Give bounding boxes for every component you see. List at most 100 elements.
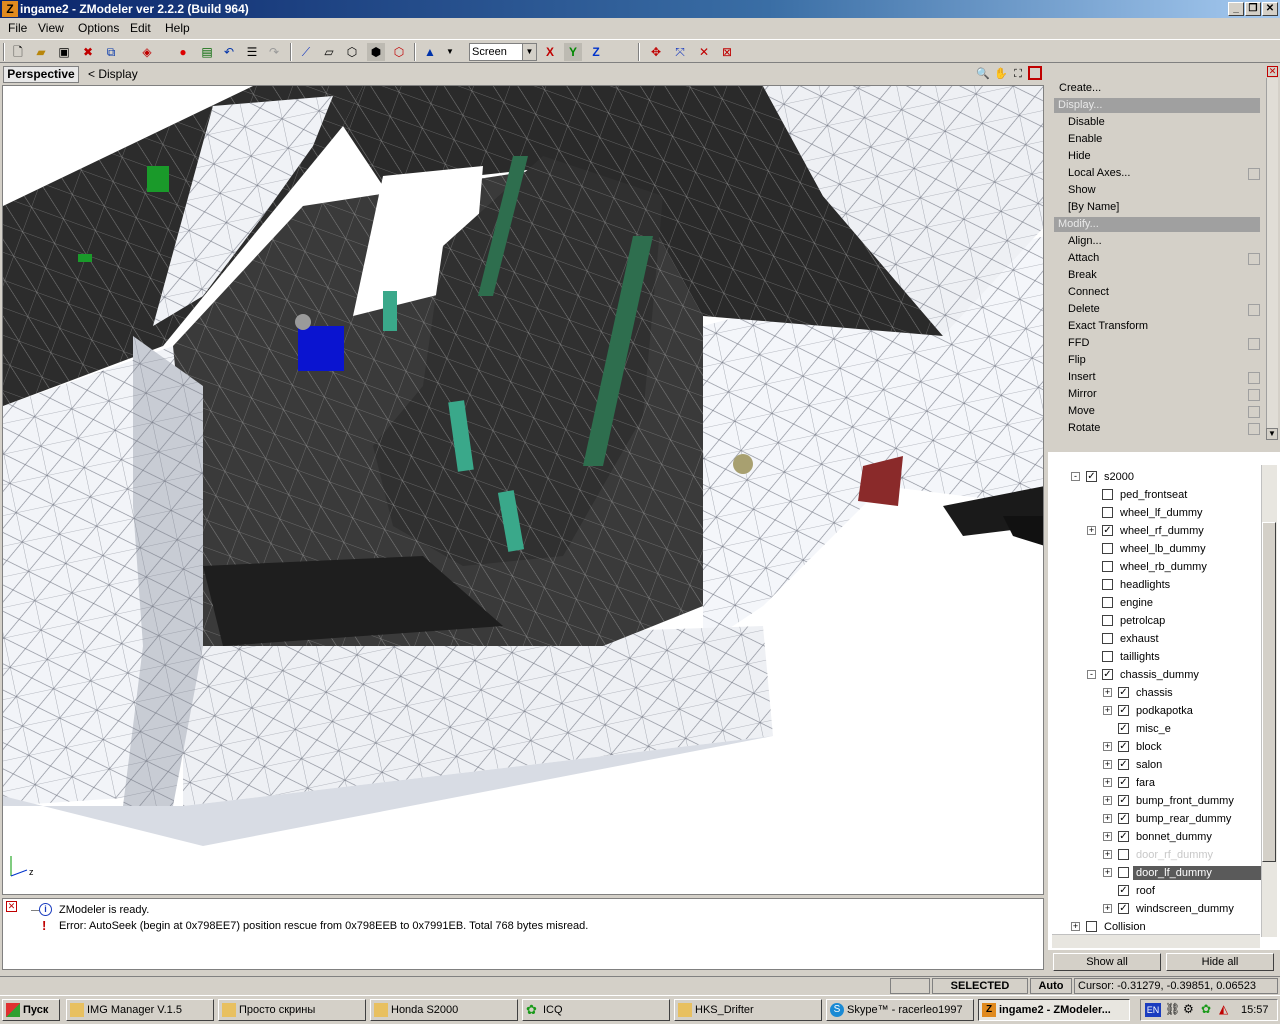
tree-hscrollbar[interactable] — [1052, 934, 1260, 948]
display-show[interactable]: Show — [1068, 184, 1096, 196]
visibility-checkbox[interactable] — [1102, 651, 1113, 662]
viewport-tab-perspective[interactable]: Perspective — [3, 66, 79, 83]
visibility-checkbox[interactable] — [1102, 615, 1113, 626]
option-box[interactable] — [1248, 253, 1260, 265]
polygon-mode-icon[interactable]: ▱ — [320, 43, 338, 61]
option-box[interactable] — [1248, 372, 1260, 384]
tree-node[interactable]: wheel_lb_dummy — [1048, 541, 1260, 557]
collapse-icon[interactable]: - — [1071, 472, 1080, 481]
tree-node[interactable]: + ✓ fara — [1048, 775, 1260, 791]
modify-insert[interactable]: Insert — [1068, 371, 1096, 383]
visibility-checkbox[interactable]: ✓ — [1118, 831, 1129, 842]
vertex-mode-icon[interactable]: ⟋ — [297, 43, 315, 61]
tree-node[interactable]: + ✓ windscreen_dummy — [1048, 901, 1260, 917]
visibility-checkbox[interactable] — [1102, 489, 1113, 500]
tree-node[interactable]: ✓ roof — [1048, 883, 1260, 899]
task-zmodeler[interactable]: Z ingame2 - ZModeler... — [978, 999, 1130, 1021]
antivirus-icon[interactable]: ◭ — [1219, 1002, 1228, 1016]
expand-icon[interactable]: + — [1103, 742, 1112, 751]
network-icon[interactable]: ⛓ — [1165, 1002, 1180, 1016]
expand-icon[interactable]: + — [1103, 760, 1112, 769]
rotate-tool-icon[interactable]: ⤧ — [671, 43, 689, 61]
tree-node[interactable]: - ✓ s2000 — [1048, 469, 1260, 485]
visibility-checkbox[interactable]: ✓ — [1118, 795, 1129, 806]
tree-node[interactable]: wheel_lf_dummy — [1048, 505, 1260, 521]
language-indicator[interactable]: EN — [1145, 1003, 1161, 1017]
visibility-checkbox[interactable]: ✓ — [1118, 813, 1129, 824]
solid-mode-icon[interactable]: ⬢ — [367, 43, 385, 61]
scale-tool-icon[interactable]: ✕ — [695, 43, 713, 61]
new-file-icon[interactable]: 🗋 — [9, 43, 27, 61]
task-honda-folder[interactable]: Honda S2000 — [370, 999, 518, 1021]
tree-scroll-thumb[interactable] — [1262, 522, 1276, 862]
close-button[interactable]: ✕ — [1262, 2, 1278, 16]
axis-y-toggle[interactable]: Y — [564, 43, 582, 61]
visibility-checkbox[interactable]: ✓ — [1118, 687, 1129, 698]
visibility-checkbox[interactable] — [1102, 579, 1113, 590]
display-by-name[interactable]: [By Name] — [1068, 201, 1119, 213]
tree-node[interactable]: + ✓ block — [1048, 739, 1260, 755]
save-icon[interactable]: ▣ — [55, 43, 73, 61]
visibility-checkbox[interactable]: ✓ — [1102, 669, 1113, 680]
visibility-checkbox[interactable] — [1102, 633, 1113, 644]
display-enable[interactable]: Enable — [1068, 133, 1102, 145]
visibility-checkbox[interactable]: ✓ — [1102, 525, 1113, 536]
tree-node[interactable]: + ✓ bonnet_dummy — [1048, 829, 1260, 845]
modify-section-header[interactable]: Modify... — [1054, 217, 1260, 232]
command-scrollbar[interactable] — [1266, 78, 1278, 440]
expand-icon[interactable]: + — [1103, 814, 1112, 823]
task-hks-drifter[interactable]: HKS_Drifter — [674, 999, 822, 1021]
task-skype[interactable]: S Skype™ - racerleo1997 — [826, 999, 974, 1021]
open-folder-icon[interactable]: ▰ — [32, 43, 50, 61]
tree-node[interactable]: petrolcap — [1048, 613, 1260, 629]
menu-help[interactable]: Help — [165, 21, 190, 35]
visibility-checkbox[interactable]: ✓ — [1086, 471, 1097, 482]
menu-edit[interactable]: Edit — [130, 21, 151, 35]
expand-icon[interactable]: + — [1103, 832, 1112, 841]
tree-node[interactable]: - ✓ chassis_dummy — [1048, 667, 1260, 683]
tree-node[interactable]: + ✓ podkapotka — [1048, 703, 1260, 719]
expand-icon[interactable]: + — [1103, 796, 1112, 805]
modify-ffd[interactable]: FFD — [1068, 337, 1089, 349]
select-arrow-icon[interactable]: ▲ — [421, 43, 439, 61]
image-icon[interactable]: ▤ — [198, 43, 216, 61]
tree-node[interactable]: headlights — [1048, 577, 1260, 593]
expand-icon[interactable]: + — [1103, 688, 1112, 697]
modify-attach[interactable]: Attach — [1068, 252, 1099, 264]
tree-node[interactable]: taillights — [1048, 649, 1260, 665]
tree-node[interactable]: + ✓ salon — [1048, 757, 1260, 773]
option-box[interactable] — [1248, 423, 1260, 435]
modify-connect[interactable]: Connect — [1068, 286, 1109, 298]
axis-z-toggle[interactable]: Z — [587, 43, 605, 61]
expand-icon[interactable]: + — [1071, 922, 1080, 931]
start-button[interactable]: Пуск — [2, 999, 60, 1021]
tree-node[interactable]: + door_lf_dummy — [1048, 865, 1265, 881]
visibility-checkbox[interactable] — [1102, 561, 1113, 572]
expand-icon[interactable]: + — [1103, 868, 1112, 877]
visibility-checkbox[interactable]: ✓ — [1118, 777, 1129, 788]
axis-x-toggle[interactable]: X — [541, 43, 559, 61]
close-log-icon[interactable]: ✕ — [6, 901, 17, 912]
modify-mirror[interactable]: Mirror — [1068, 388, 1097, 400]
3d-viewport[interactable]: z — [2, 85, 1044, 895]
coordinate-space-select[interactable]: Screen ▼ — [469, 43, 537, 61]
chevron-down-icon[interactable]: ▼ — [441, 43, 459, 61]
display-local-axes[interactable]: Local Axes... — [1068, 167, 1130, 179]
option-box[interactable] — [1248, 389, 1260, 401]
display-disable[interactable]: Disable — [1068, 116, 1105, 128]
tree-node[interactable]: + ✓ bump_rear_dummy — [1048, 811, 1260, 827]
tree-node[interactable]: + ✓ chassis — [1048, 685, 1260, 701]
option-box[interactable] — [1248, 406, 1260, 418]
option-box[interactable] — [1248, 338, 1260, 350]
display-hide[interactable]: Hide — [1068, 150, 1091, 162]
icq-tray-icon[interactable]: ✿ — [1201, 1002, 1211, 1016]
tree-node[interactable]: wheel_rb_dummy — [1048, 559, 1260, 575]
tray-app-icon[interactable]: ⚙ — [1183, 1002, 1194, 1016]
tree-node[interactable]: ped_frontseat — [1048, 487, 1260, 503]
visibility-checkbox[interactable]: ✓ — [1118, 759, 1129, 770]
move-tool-icon[interactable]: ✥ — [647, 43, 665, 61]
task-img-manager[interactable]: IMG Manager V.1.5 — [66, 999, 214, 1021]
tree-node[interactable]: + ✓ wheel_rf_dummy — [1048, 523, 1260, 539]
panel-splitter[interactable] — [1048, 440, 1280, 452]
redo-icon[interactable]: ↷ — [265, 43, 283, 61]
